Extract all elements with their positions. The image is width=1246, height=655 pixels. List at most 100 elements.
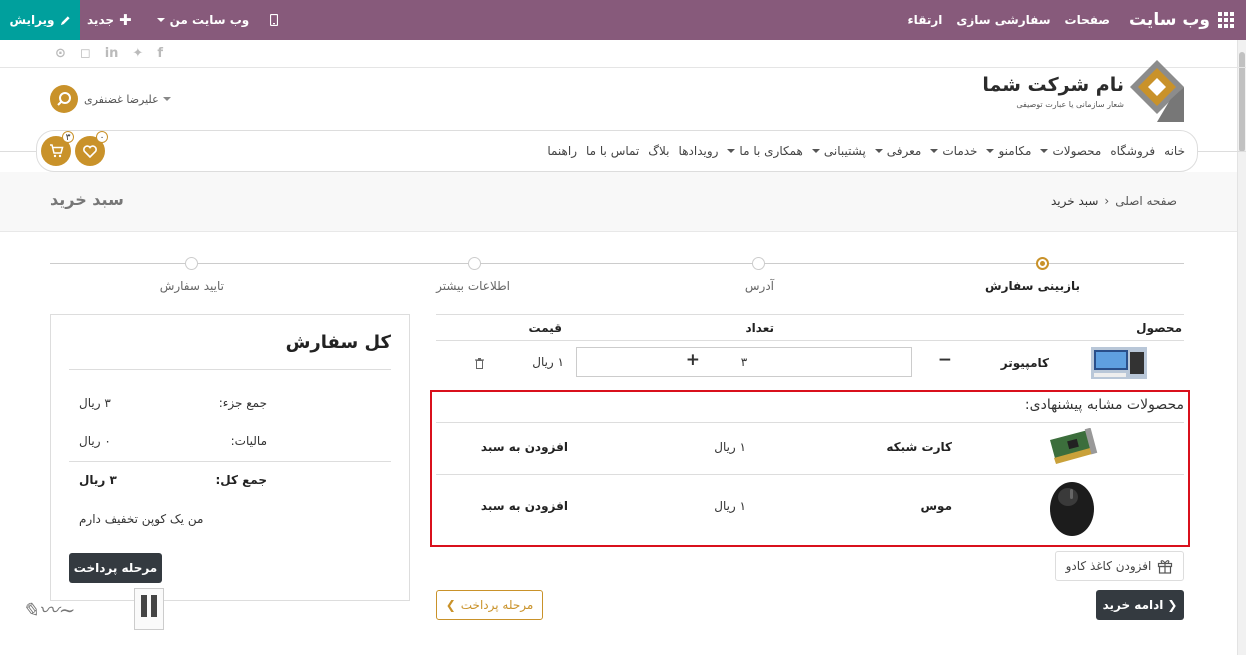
quantity-input[interactable]: ۳ bbox=[576, 347, 912, 377]
col-price: قیمت bbox=[528, 321, 562, 335]
gift-wrap-label: افزودن کاغذ کادو bbox=[1065, 559, 1152, 573]
breadcrumb-current: سبد خرید bbox=[1050, 194, 1099, 208]
cart-icon bbox=[49, 144, 63, 158]
suggested-product-name[interactable]: موس bbox=[920, 499, 952, 513]
user-menu[interactable]: علیرضا غضنفری bbox=[84, 93, 171, 106]
list-item: کارت شبکه ۱ ریال افزودن به سبد bbox=[436, 423, 1184, 475]
checkout-button[interactable]: مرحله پرداخت ❯ bbox=[436, 590, 543, 620]
logo-mark-icon bbox=[1130, 60, 1184, 122]
nav-item[interactable]: معرفی bbox=[874, 144, 921, 158]
pinterest-icon[interactable]: ⊙ bbox=[55, 46, 66, 61]
nav-items: خانه فروشگاه محصولات مکامنو خدمات معرفی پشتیبا… bbox=[547, 131, 1185, 171]
chevron-right-icon: ❮ bbox=[1167, 598, 1178, 612]
new-button[interactable]: ✚ جدید bbox=[87, 11, 132, 29]
table-row: کامپیوتر − ۳ + ۱ ریال bbox=[436, 341, 1184, 387]
nav-item-label: بلاگ bbox=[648, 144, 670, 158]
social-links: ⊙ ◻ in ✦ f bbox=[55, 46, 163, 61]
instagram-icon[interactable]: ◻ bbox=[80, 46, 91, 61]
chevron-down-icon bbox=[156, 18, 165, 22]
col-quantity: تعداد bbox=[745, 321, 774, 335]
admin-bar: وب سایت صفحات سفارشی سازی ارتقاء ویرایش … bbox=[0, 0, 1246, 40]
watermark-script: ✎〰∼ bbox=[22, 598, 76, 622]
nav-item-label: مکامنو bbox=[998, 144, 1032, 158]
nav-item[interactable]: رویدادها bbox=[679, 144, 719, 158]
pencil-icon bbox=[60, 15, 70, 25]
chevron-down-icon bbox=[1040, 149, 1049, 153]
subtotal-value: ۳ ریال bbox=[79, 396, 111, 410]
twitter-icon[interactable]: ✦ bbox=[132, 46, 143, 61]
admin-menu-upgrade[interactable]: ارتقاء bbox=[908, 13, 943, 27]
page-scrollbar[interactable] bbox=[1237, 40, 1246, 655]
gift-icon bbox=[1158, 560, 1173, 574]
cart-product-name[interactable]: کامپیوتر bbox=[1001, 356, 1049, 370]
company-logo[interactable]: نام شرکت شما شعار سازمانی یا عبارت توصیف… bbox=[982, 60, 1184, 122]
nav-item-label: راهنما bbox=[547, 144, 577, 158]
breadcrumb-home[interactable]: صفحه اصلی bbox=[1115, 194, 1177, 208]
admin-menu-customize[interactable]: سفارشی سازی bbox=[956, 13, 1050, 27]
wizard-step-dot-extra-info bbox=[468, 257, 481, 270]
checkout-label: مرحله پرداخت bbox=[460, 598, 534, 612]
nav-item[interactable]: تماس با ما bbox=[586, 144, 639, 158]
facebook-icon[interactable]: f bbox=[157, 46, 163, 61]
nav-item-label: همکاری با ما bbox=[739, 144, 803, 158]
wishlist-count-badge: ۰ bbox=[96, 131, 108, 143]
nav-item[interactable]: راهنما bbox=[547, 144, 577, 158]
breadcrumb: صفحه اصلی ‹ سبد خرید bbox=[1051, 194, 1177, 208]
nav-item[interactable]: بلاگ bbox=[648, 144, 669, 158]
suggested-products-title: محصولات مشابه پیشنهادی: bbox=[1024, 397, 1184, 413]
chevron-down-icon bbox=[811, 149, 820, 153]
suggested-product-price: ۱ ریال bbox=[714, 440, 746, 454]
continue-shopping-label: ادامه خرید bbox=[1102, 598, 1164, 612]
proceed-to-payment-button[interactable]: مرحله پرداخت bbox=[69, 553, 162, 583]
nav-item-label: پشتیبانی bbox=[823, 144, 866, 158]
coupon-link[interactable]: من یک کوپن تخفیف دارم bbox=[79, 512, 203, 526]
nav-item[interactable]: خدمات bbox=[930, 144, 977, 158]
product-image-computer bbox=[1091, 347, 1147, 379]
wizard-progress-line bbox=[50, 263, 1184, 264]
new-label: جدید bbox=[87, 13, 115, 27]
my-website-dropdown[interactable]: وب سایت من bbox=[156, 13, 250, 27]
nav-item[interactable]: پشتیبانی bbox=[811, 144, 866, 158]
quantity-increase-button[interactable]: + bbox=[686, 350, 700, 370]
wishlist-button[interactable]: ۰ bbox=[75, 131, 108, 166]
nav-item[interactable]: محصولات bbox=[1040, 144, 1101, 158]
nav-item[interactable]: همکاری با ما bbox=[727, 144, 803, 158]
nav-icons: ۰ ۳ bbox=[41, 131, 108, 166]
add-gift-wrap-button[interactable]: افزودن کاغذ کادو bbox=[1055, 551, 1184, 581]
trash-icon[interactable] bbox=[475, 358, 484, 369]
my-website-label: وب سایت من bbox=[169, 13, 250, 27]
chevron-down-icon bbox=[162, 97, 171, 101]
admin-menu: صفحات سفارشی سازی ارتقاء bbox=[908, 0, 1110, 40]
nav-item[interactable]: مکامنو bbox=[986, 144, 1031, 158]
mobile-preview-button[interactable] bbox=[270, 14, 279, 26]
wizard-step-dot-address bbox=[752, 257, 765, 270]
wizard-step-confirm: تایید سفارش bbox=[159, 279, 224, 293]
add-to-cart-button[interactable]: افزودن به سبد bbox=[481, 440, 568, 454]
chevron-down-icon bbox=[727, 149, 736, 153]
nav-item-label: محصولات bbox=[1052, 144, 1102, 158]
total-value: ۳ ریال bbox=[79, 473, 117, 487]
tax-value: ۰ ریال bbox=[79, 434, 111, 448]
main-navigation: خانه فروشگاه محصولات مکامنو خدمات معرفی پشتیبا… bbox=[36, 130, 1198, 172]
watermark-mark-icon bbox=[134, 588, 164, 630]
user-name: علیرضا غضنفری bbox=[84, 92, 159, 106]
suggested-product-name[interactable]: کارت شبکه bbox=[886, 440, 952, 454]
nav-item-label: خدمات bbox=[942, 144, 978, 158]
user-area: علیرضا غضنفری bbox=[50, 85, 171, 113]
edit-button[interactable]: ویرایش bbox=[0, 0, 80, 40]
nav-item[interactable]: فروشگاه bbox=[1110, 144, 1155, 158]
website-brand[interactable]: وب سایت bbox=[1129, 0, 1234, 40]
divider bbox=[69, 369, 391, 370]
admin-menu-pages[interactable]: صفحات bbox=[1065, 13, 1110, 27]
continue-shopping-button[interactable]: ❮ ادامه خرید bbox=[1096, 590, 1184, 620]
page-title: سبد خرید bbox=[50, 190, 124, 209]
add-to-cart-button[interactable]: افزودن به سبد bbox=[481, 499, 568, 513]
search-button[interactable] bbox=[50, 85, 78, 113]
chevron-left-icon: ❯ bbox=[445, 598, 456, 612]
linkedin-icon[interactable]: in bbox=[105, 46, 119, 61]
cart-button[interactable]: ۳ bbox=[41, 131, 74, 166]
apps-grid-icon[interactable] bbox=[1218, 12, 1234, 28]
nav-item[interactable]: خانه bbox=[1164, 144, 1185, 158]
list-item: موس ۱ ریال افزودن به سبد bbox=[436, 475, 1184, 536]
quantity-decrease-button[interactable]: − bbox=[938, 350, 952, 370]
